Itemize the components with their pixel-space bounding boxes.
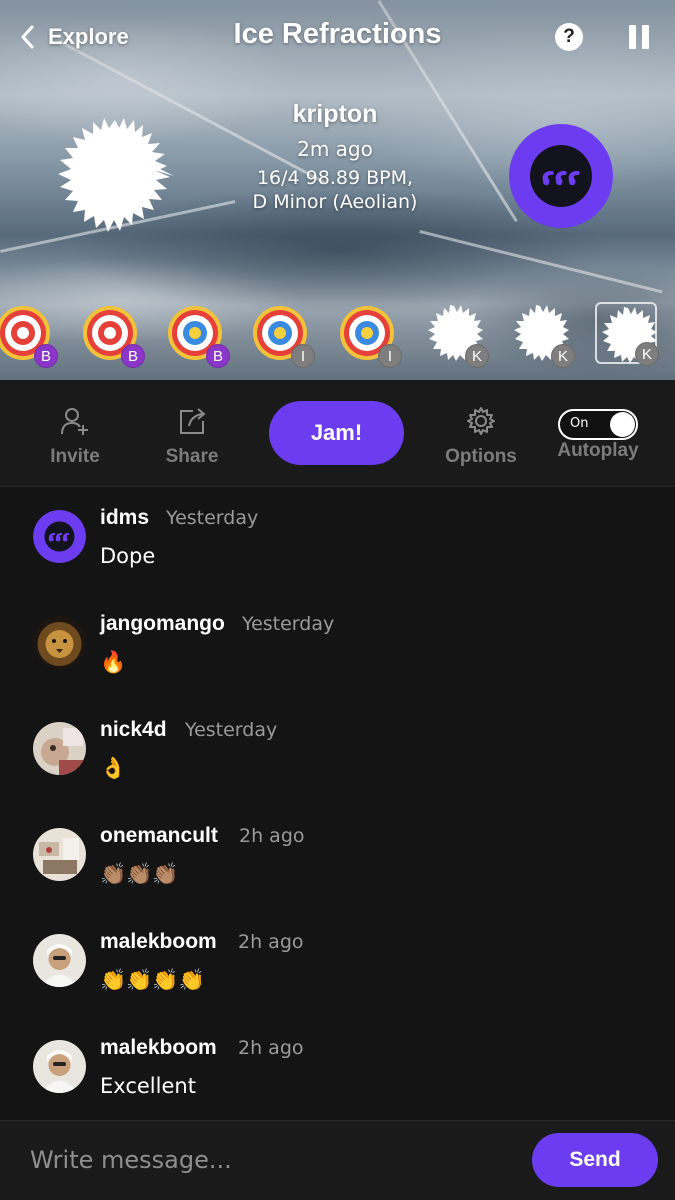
instrument-slot[interactable]: I <box>249 302 315 368</box>
message-username[interactable]: onemancult <box>100 824 218 848</box>
message-composer: Send <box>0 1120 675 1200</box>
autoplay-label: Autoplay <box>557 440 639 461</box>
message-input[interactable] <box>30 1139 510 1181</box>
options-button[interactable]: Options <box>426 406 536 468</box>
autoplay-toggle[interactable]: On <box>558 409 638 440</box>
add-user-icon <box>61 408 88 435</box>
message-time: Yesterday <box>166 507 259 529</box>
message-text: Excellent <box>100 1074 196 1098</box>
share-button[interactable]: Share <box>137 406 247 468</box>
invite-label: Invite <box>50 446 100 467</box>
instrument-slot[interactable]: K <box>509 302 575 368</box>
message-text: 👏👏👏👏 <box>100 968 205 992</box>
message-time: 2h ago <box>239 825 305 847</box>
instrument-badge: B <box>121 344 145 368</box>
instrument-slot[interactable]: K <box>423 302 489 368</box>
message-item[interactable]: jangomango Yesterday 🔥 <box>0 594 675 700</box>
message-text: 👏🏽👏🏽👏🏽 <box>100 862 179 886</box>
share-label: Share <box>165 446 219 467</box>
message-text: Dope <box>100 544 156 568</box>
message-time: Yesterday <box>185 719 278 741</box>
gear-icon <box>467 407 495 435</box>
song-time: 2m ago <box>297 137 373 161</box>
instrument-badge: I <box>291 344 315 368</box>
help-button[interactable]: ? <box>555 23 583 51</box>
pause-icon <box>629 25 636 49</box>
back-button[interactable]: Explore <box>20 20 129 54</box>
song-info: kripton 2m ago 16/4 98.89 BPM, D Minor (… <box>200 96 470 214</box>
message-time: 2h ago <box>238 931 304 953</box>
message-time: 2h ago <box>238 1037 304 1059</box>
invite-button[interactable]: Invite <box>20 406 130 468</box>
user-avatar[interactable] <box>33 510 86 563</box>
song-key: D Minor (Aeolian) <box>252 191 418 213</box>
band-logo[interactable] <box>509 124 613 228</box>
song-artwork-blob <box>58 118 174 232</box>
user-avatar[interactable] <box>33 934 86 987</box>
send-button[interactable]: Send <box>532 1133 658 1187</box>
message-username[interactable]: idms <box>100 506 149 530</box>
song-author[interactable]: kripton <box>200 96 470 132</box>
instrument-slot[interactable]: I <box>336 302 402 368</box>
instrument-slot[interactable]: B <box>79 302 145 368</box>
jam-button[interactable]: Jam! <box>269 401 404 465</box>
autoplay-state: On <box>570 416 589 431</box>
instrument-badge: K <box>635 342 659 366</box>
instrument-badge: B <box>206 344 230 368</box>
user-avatar[interactable] <box>33 616 86 669</box>
instrument-badge: K <box>551 344 575 368</box>
message-list[interactable]: idms Yesterday Dope jangomango Yesterday 🔥 nic… <box>0 488 675 1120</box>
instrument-slot[interactable]: B <box>164 302 230 368</box>
message-username[interactable]: malekboom <box>100 1036 217 1060</box>
user-avatar[interactable] <box>33 828 86 881</box>
back-label: Explore <box>48 24 129 49</box>
sss-logo-icon <box>530 145 592 207</box>
chevron-left-icon <box>21 25 34 49</box>
instrument-badge: B <box>34 344 58 368</box>
options-label: Options <box>445 446 517 467</box>
message-username[interactable]: nick4d <box>100 718 167 742</box>
message-text: 👌 <box>100 756 127 780</box>
song-header: Explore Ice Refractions ? kripton 2m ago… <box>0 0 675 380</box>
message-item[interactable]: onemancult 2h ago 👏🏽👏🏽👏🏽 <box>0 806 675 912</box>
message-text: 🔥 <box>100 650 127 674</box>
user-avatar[interactable] <box>33 722 86 775</box>
pause-button[interactable] <box>628 25 650 49</box>
message-item[interactable]: nick4d Yesterday 👌 <box>0 700 675 806</box>
toggle-knob <box>610 412 635 437</box>
message-username[interactable]: malekboom <box>100 930 217 954</box>
instrument-badge: I <box>378 344 402 368</box>
message-username[interactable]: jangomango <box>100 612 225 636</box>
instrument-badge: K <box>465 344 489 368</box>
song-tempo: 16/4 98.89 BPM, <box>256 167 414 189</box>
instrument-slot[interactable]: B <box>0 302 58 368</box>
share-icon <box>180 408 206 434</box>
message-item[interactable]: idms Yesterday Dope <box>0 488 675 594</box>
user-avatar[interactable] <box>33 1040 86 1093</box>
instrument-slot[interactable]: K <box>595 302 659 366</box>
message-time: Yesterday <box>242 613 335 635</box>
message-item[interactable]: malekboom 2h ago Excellent <box>0 1018 675 1120</box>
message-item[interactable]: malekboom 2h ago 👏👏👏👏 <box>0 912 675 1018</box>
